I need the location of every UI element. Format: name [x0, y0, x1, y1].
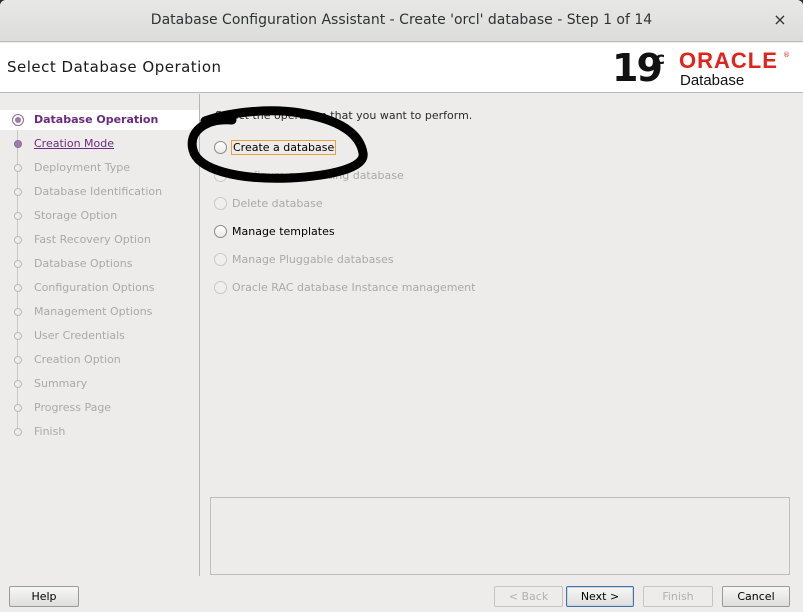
- step-label: Creation Option: [34, 353, 121, 366]
- step-label: Finish: [34, 425, 66, 438]
- step-management-options: Management Options: [0, 302, 199, 322]
- step-database-operation[interactable]: Database Operation: [0, 110, 199, 130]
- step-indicator-icon: [14, 284, 22, 292]
- option-label: Oracle RAC database Instance management: [232, 281, 476, 294]
- radio-button: [214, 281, 227, 294]
- cancel-button[interactable]: Cancel: [722, 586, 790, 607]
- step-label: Configuration Options: [34, 281, 155, 294]
- logo-product: Database: [680, 72, 745, 89]
- step-label: Creation Mode: [34, 137, 115, 150]
- option-label: Configure an existing database: [232, 169, 404, 182]
- option-label[interactable]: Create a database: [231, 140, 337, 155]
- step-label: Database Operation: [34, 113, 159, 126]
- step-indicator-icon: [14, 212, 22, 220]
- dbca-window: Database Configuration Assistant - Creat…: [0, 0, 803, 612]
- step-label: Database Identification: [34, 185, 163, 198]
- page-title: Select Database Operation: [7, 58, 222, 76]
- step-indicator-icon: [12, 114, 24, 126]
- step-label: Storage Option: [34, 209, 118, 222]
- back-button: < Back: [494, 586, 563, 607]
- window-title: Database Configuration Assistant - Creat…: [150, 12, 653, 28]
- close-icon[interactable]: ×: [771, 11, 789, 29]
- radio-button: [214, 253, 227, 266]
- description-panel: [210, 497, 790, 575]
- step-indicator-icon: [14, 188, 22, 196]
- title-bar[interactable]: Database Configuration Assistant - Creat…: [0, 0, 803, 42]
- step-label: User Credentials: [34, 329, 125, 342]
- step-indicator-icon: [14, 380, 22, 388]
- step-label: Summary: [34, 377, 88, 390]
- main-content: Select the operation that you want to pe…: [201, 94, 803, 576]
- step-database-identification: Database Identification: [0, 182, 199, 202]
- logo-brand: ORACLE: [679, 48, 778, 73]
- step-label: Progress Page: [34, 401, 112, 414]
- step-navigation: Database Operation Creation Mode Deploym…: [0, 94, 200, 576]
- radio-button: [214, 197, 227, 210]
- step-storage-option: Storage Option: [0, 206, 199, 226]
- help-button[interactable]: Help: [9, 586, 79, 607]
- step-indicator-icon: [14, 404, 22, 412]
- step-indicator-icon: [14, 356, 22, 364]
- step-label: Deployment Type: [34, 161, 131, 174]
- step-indicator-icon: [14, 308, 22, 316]
- step-indicator-icon: [14, 236, 22, 244]
- option-label: Delete database: [232, 197, 323, 210]
- logo-version: 19: [612, 46, 663, 90]
- button-bar: Help < Back Next > Finish Cancel: [0, 577, 803, 612]
- option-label[interactable]: Manage templates: [232, 225, 335, 238]
- step-indicator-icon: [14, 260, 22, 268]
- step-progress-page: Progress Page: [0, 398, 199, 418]
- step-indicator-icon: [14, 164, 22, 172]
- next-button[interactable]: Next >: [566, 586, 634, 607]
- step-label: Database Options: [34, 257, 133, 270]
- step-indicator-icon: [14, 140, 22, 148]
- radio-button[interactable]: [214, 141, 227, 154]
- step-finish: Finish: [0, 422, 199, 442]
- step-label: Management Options: [34, 305, 153, 318]
- step-label: Fast Recovery Option: [34, 233, 151, 246]
- option-label: Manage Pluggable databases: [232, 253, 394, 266]
- instruction-text: Select the operation that you want to pe…: [215, 109, 473, 122]
- finish-button: Finish: [643, 586, 713, 607]
- step-deployment-type: Deployment Type: [0, 158, 199, 178]
- step-summary: Summary: [0, 374, 199, 394]
- logo-registered-mark: ®: [783, 51, 790, 59]
- step-database-options: Database Options: [0, 254, 199, 274]
- step-configuration-options: Configuration Options: [0, 278, 199, 298]
- logo-version-suffix: c: [655, 49, 666, 69]
- page-header: Select Database Operation 19 c ORACLE ® …: [0, 43, 803, 93]
- radio-button: [214, 169, 227, 182]
- step-fast-recovery-option: Fast Recovery Option: [0, 230, 199, 250]
- step-indicator-icon: [14, 428, 22, 436]
- step-indicator-icon: [14, 332, 22, 340]
- step-creation-mode[interactable]: Creation Mode: [0, 134, 199, 154]
- step-user-credentials: User Credentials: [0, 326, 199, 346]
- radio-button[interactable]: [214, 225, 227, 238]
- step-creation-option: Creation Option: [0, 350, 199, 370]
